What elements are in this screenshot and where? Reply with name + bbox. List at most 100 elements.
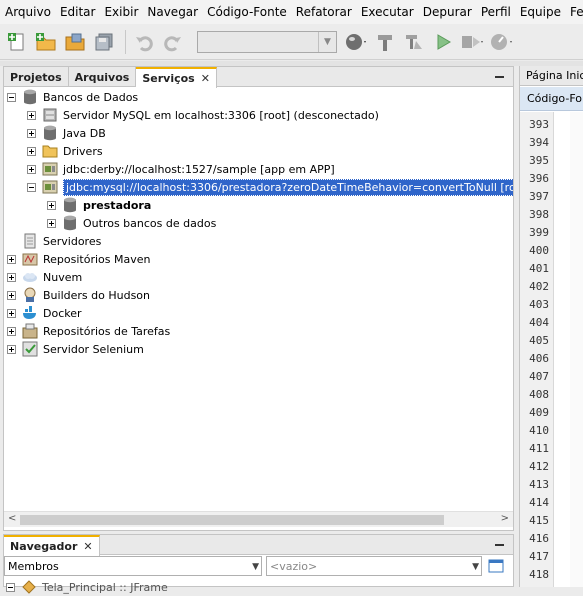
- menu-item[interactable]: Código-Fonte: [202, 5, 291, 19]
- database-icon: [42, 125, 58, 141]
- expand-toggle[interactable]: [7, 254, 16, 264]
- tree-item-servidor-mysql-em-localhost-3306-root-de[interactable]: Servidor MySQL em localhost:3306 [root] …: [27, 106, 379, 124]
- collapse-toggle[interactable]: [7, 92, 16, 102]
- tab-start-page[interactable]: Página Inicial: [520, 66, 583, 86]
- expand-toggle[interactable]: [27, 110, 36, 120]
- tree-item-bancos-de-dados[interactable]: Bancos de Dados: [7, 88, 138, 106]
- navigator-item[interactable]: Tela_Principal :: JFrame: [6, 578, 168, 596]
- menu-item[interactable]: Depurar: [418, 5, 476, 19]
- line-number: 409: [529, 406, 549, 419]
- save-all-icon[interactable]: [91, 29, 117, 55]
- navigator-options-icon[interactable]: [486, 556, 506, 576]
- minimize-icon[interactable]: [495, 539, 505, 549]
- tree-item-drivers[interactable]: Drivers: [27, 142, 103, 160]
- services-panel-tabs: Projetos Arquivos Serviços ✕: [4, 67, 513, 88]
- line-number: 400: [529, 244, 549, 257]
- menu-item[interactable]: Executar: [356, 5, 418, 19]
- line-number: 403: [529, 298, 549, 311]
- scrollbar-thumb[interactable]: [20, 515, 444, 525]
- redo-icon[interactable]: [160, 29, 186, 55]
- database-icon: [62, 197, 78, 213]
- tree-item-label: Servidor Selenium: [43, 342, 144, 356]
- tree-item-label: Repositórios de Tarefas: [43, 324, 171, 338]
- undo-icon[interactable]: [131, 29, 157, 55]
- expand-toggle[interactable]: [27, 128, 36, 138]
- line-number: 394: [529, 136, 549, 149]
- expand-toggle[interactable]: [7, 326, 16, 336]
- tree-item-prestadora[interactable]: prestadora: [47, 196, 151, 214]
- menu-item[interactable]: Arquivo: [0, 5, 55, 19]
- filter-combo[interactable]: <vazio> ▼: [266, 556, 482, 576]
- expand-toggle[interactable]: [7, 344, 16, 354]
- build-hammer-icon[interactable]: [372, 29, 398, 55]
- expand-toggle[interactable]: [7, 290, 16, 300]
- tree-item-builders-do-hudson[interactable]: Builders do Hudson: [7, 286, 150, 304]
- run-icon[interactable]: [430, 29, 456, 55]
- tree-item-java-db[interactable]: Java DB: [27, 124, 106, 142]
- collapse-toggle[interactable]: [27, 182, 36, 192]
- menu-item[interactable]: Editar: [55, 5, 100, 19]
- menu-item[interactable]: Perfil: [476, 5, 515, 19]
- new-project-icon[interactable]: [33, 29, 59, 55]
- connection-icon: [42, 161, 58, 177]
- database-icon: [62, 215, 78, 231]
- tree-item-nuvem[interactable]: Nuvem: [7, 268, 82, 286]
- main-toolbar: ▼: [0, 24, 583, 60]
- line-number: 397: [529, 190, 549, 203]
- scroll-right-icon[interactable]: >: [501, 513, 509, 524]
- menu-item[interactable]: Exibir: [99, 5, 142, 19]
- expand-toggle[interactable]: [27, 164, 36, 174]
- menu-item[interactable]: Equipe: [515, 5, 565, 19]
- line-number: 399: [529, 226, 549, 239]
- services-panel: Projetos Arquivos Serviços ✕ Bancos de Da…: [3, 66, 514, 531]
- members-combo[interactable]: Membros ▼: [4, 556, 262, 576]
- tree-item-docker[interactable]: Docker: [7, 304, 82, 322]
- line-number: 416: [529, 532, 549, 545]
- tab-label: Página Inicial: [526, 69, 583, 82]
- folder-icon: [42, 143, 58, 159]
- tree-item-jdbc-mysql-localhost-3306-prestadora-zer[interactable]: jdbc:mysql://localhost:3306/prestadora?z…: [27, 178, 513, 196]
- tab-navigator[interactable]: Navegador ✕: [4, 535, 100, 556]
- menu-item[interactable]: Refatorar: [291, 5, 356, 19]
- minimize-icon[interactable]: [495, 71, 505, 81]
- task-repo-icon: [22, 323, 38, 339]
- expand-toggle[interactable]: [7, 272, 16, 282]
- tree-item-servidor-selenium[interactable]: Servidor Selenium: [7, 340, 144, 358]
- horizontal-scrollbar[interactable]: < >: [4, 511, 513, 527]
- tree-item-label: Outros bancos de dados: [83, 216, 217, 230]
- tree-item-repositorios-de-tarefas[interactable]: Repositórios de Tarefas: [7, 322, 170, 340]
- open-project-icon[interactable]: [62, 29, 88, 55]
- menu-item[interactable]: Ferramentas: [565, 5, 583, 19]
- debug-icon[interactable]: [459, 29, 485, 55]
- collapse-toggle[interactable]: [6, 582, 15, 592]
- expand-toggle[interactable]: [47, 218, 56, 228]
- tree-item-repositorios-maven[interactable]: Repositórios Maven: [7, 250, 150, 268]
- tree-item-label: Drivers: [63, 144, 103, 158]
- editor-scrollbar[interactable]: [570, 112, 583, 587]
- menu-item[interactable]: Navegar: [142, 5, 202, 19]
- line-number-gutter: 393 394 395 396 397 398 399 400 401 402 403 404 405 4…: [520, 112, 554, 587]
- tab-source[interactable]: Código-Fonte: [520, 87, 583, 111]
- close-icon[interactable]: ✕: [201, 72, 210, 85]
- new-file-icon[interactable]: [4, 29, 30, 55]
- scroll-left-icon[interactable]: <: [8, 513, 16, 524]
- toolbar-separator: [125, 29, 126, 54]
- hudson-icon: [22, 287, 38, 303]
- expand-toggle[interactable]: [27, 146, 36, 156]
- profile-icon[interactable]: [488, 29, 514, 55]
- server-icon: [22, 233, 38, 249]
- expand-toggle[interactable]: [47, 200, 56, 210]
- tree-item-jdbc-derby-localhost-1527-sample-app-em-[interactable]: jdbc:derby://localhost:1527/sample [app …: [27, 160, 335, 178]
- tab-projects[interactable]: Projetos: [4, 67, 69, 87]
- tab-label: Arquivos: [74, 70, 130, 84]
- globe-icon[interactable]: [343, 29, 369, 55]
- tree-item-outros-bancos-de-dados[interactable]: Outros bancos de dados: [47, 214, 216, 232]
- config-combo[interactable]: ▼: [197, 30, 337, 53]
- close-icon[interactable]: ✕: [83, 540, 92, 553]
- tab-services[interactable]: Serviços ✕: [136, 67, 217, 88]
- expand-toggle[interactable]: [7, 308, 16, 318]
- tree-item-servidores[interactable]: Servidores: [7, 232, 101, 250]
- tab-files[interactable]: Arquivos: [69, 67, 137, 87]
- tree-item-label: Java DB: [63, 126, 106, 140]
- clean-build-icon[interactable]: [401, 29, 427, 55]
